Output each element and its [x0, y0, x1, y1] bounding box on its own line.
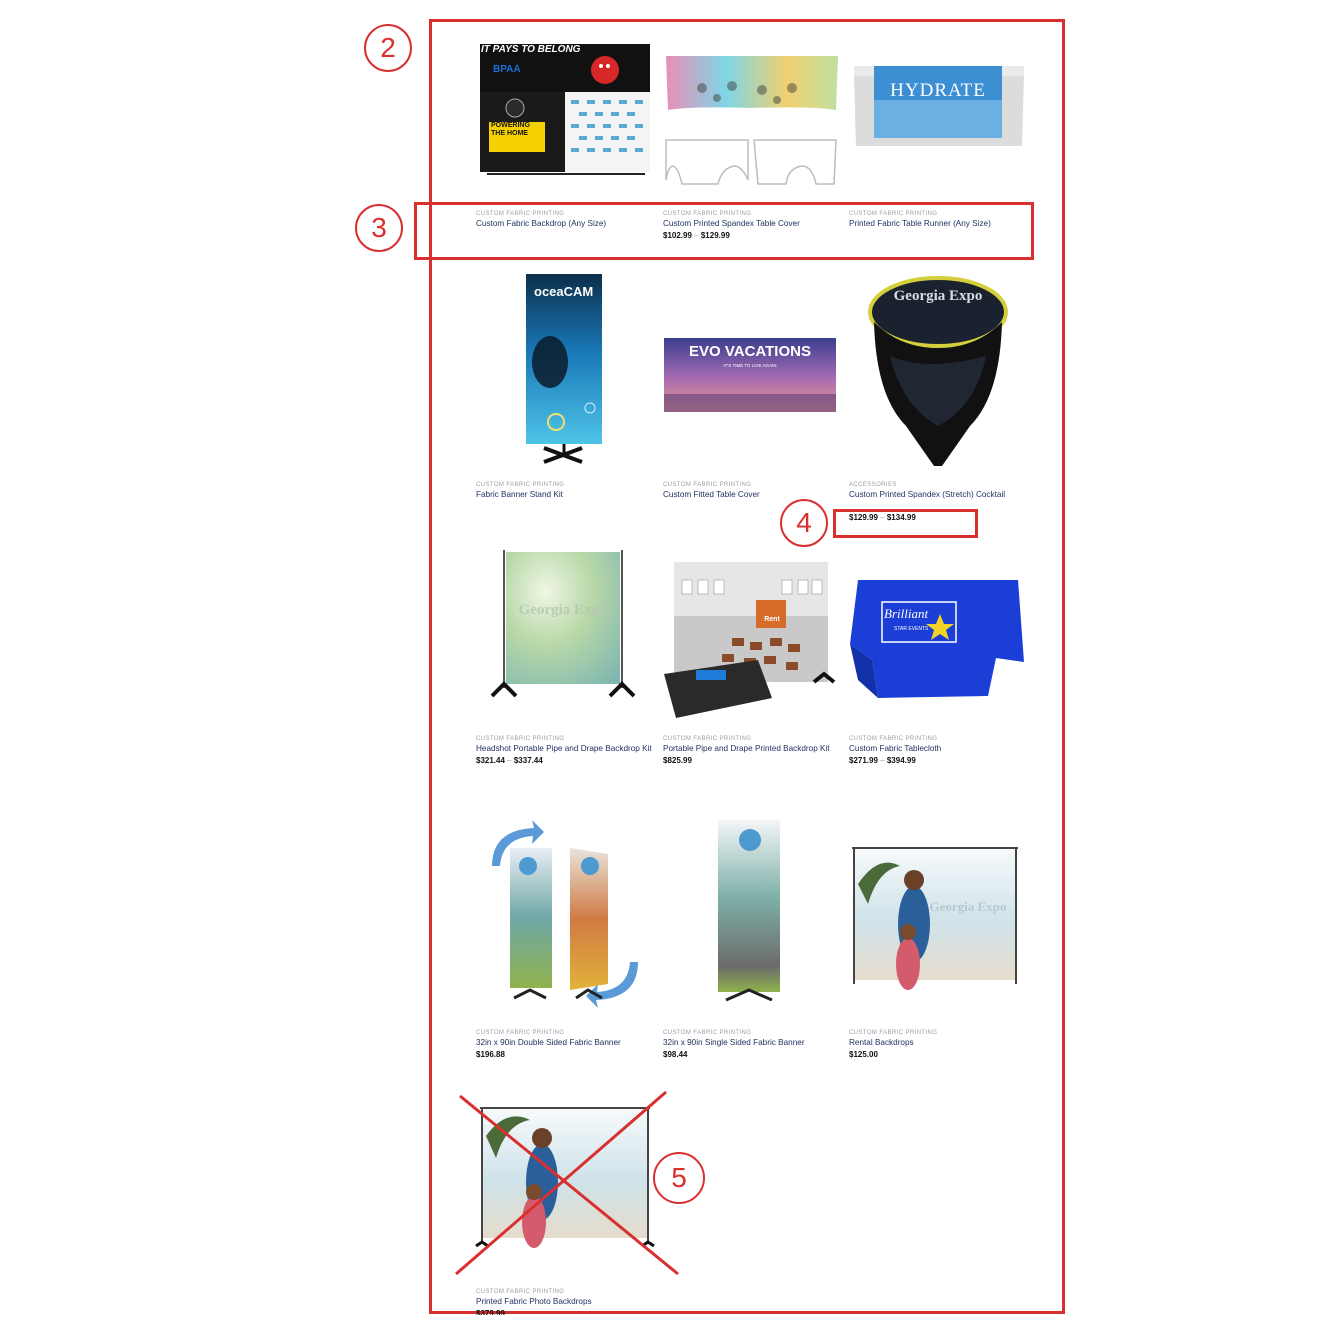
product-image-spandex-table-cover[interactable]: [662, 48, 842, 193]
powering-text: POWERING THE HOME: [491, 122, 530, 137]
product-price: $271.99 – $394.99: [849, 756, 916, 765]
product-card-9: CUSTOM FABRIC PRINTING Custom Fabric Tab…: [849, 735, 1029, 766]
product-title[interactable]: Rental Backdrops: [849, 1038, 1029, 1048]
product-category[interactable]: CUSTOM FABRIC PRINTING: [663, 1029, 843, 1037]
product-title[interactable]: 32in x 90in Single Sided Fabric Banner: [663, 1038, 843, 1048]
product-title[interactable]: Custom Fabric Backdrop (Any Size): [476, 219, 656, 229]
product-image-fabric-banner-stand[interactable]: oceaCAM: [520, 272, 610, 467]
product-card-11: CUSTOM FABRIC PRINTING 32in x 90in Singl…: [663, 1029, 843, 1060]
product-title[interactable]: Printed Fabric Table Runner (Any Size): [849, 219, 1029, 229]
product-title[interactable]: 32in x 90in Double Sided Fabric Banner: [476, 1038, 656, 1048]
product-category[interactable]: CUSTOM FABRIC PRINTING: [849, 1029, 1029, 1037]
product-card-1: CUSTOM FABRIC PRINTING Custom Fabric Bac…: [476, 210, 656, 229]
product-category[interactable]: CUSTOM FABRIC PRINTING: [476, 735, 654, 743]
product-category[interactable]: CUSTOM FABRIC PRINTING: [476, 1288, 656, 1296]
product-price: $825.99: [663, 756, 692, 765]
annotation-badge-4: 4: [780, 499, 828, 547]
oceacam-text: oceaCAM: [534, 284, 594, 299]
product-price: $129.99 – $134.99: [849, 513, 916, 522]
evo-text: EVO VACATIONS: [689, 343, 811, 360]
product-card-10: CUSTOM FABRIC PRINTING 32in x 90in Doubl…: [476, 1029, 656, 1060]
product-price: $125.00: [849, 1050, 878, 1059]
product-card-8: CUSTOM FABRIC PRINTING Portable Pipe and…: [663, 735, 843, 766]
product-image-cocktail-table-cover[interactable]: Georgia Expo: [866, 276, 1016, 471]
product-price: $321.44 – $337.44: [476, 756, 543, 765]
product-category[interactable]: CUSTOM FABRIC PRINTING: [849, 735, 1029, 743]
georgia-watermark-text: Georgia Expo: [518, 602, 608, 618]
product-card-6: ACCESSORIES Custom Printed Spandex (Stre…: [849, 481, 1019, 523]
cross-out-icon: [455, 1090, 679, 1276]
product-title[interactable]: Custom Fabric Tablecloth: [849, 744, 1029, 754]
product-image-rental-backdrops[interactable]: Georgia Expo: [848, 814, 1026, 1014]
product-price: $102.99 – $129.99: [663, 231, 730, 240]
annotation-badge-5: 5: [653, 1152, 705, 1204]
georgia-expo-text: Georgia Expo: [893, 288, 983, 304]
product-category[interactable]: CUSTOM FABRIC PRINTING: [663, 735, 843, 743]
product-image-fabric-tablecloth[interactable]: Brilliant STAR EVENTS: [848, 576, 1026, 704]
product-price: $196.88: [476, 1050, 505, 1059]
annotation-badge-2: 2: [364, 24, 412, 72]
evo-subtext: IT'S TIME TO LIVE AGAIN: [723, 363, 777, 368]
product-title[interactable]: Custom Fitted Table Cover: [663, 490, 843, 500]
product-card-5: CUSTOM FABRIC PRINTING Custom Fitted Tab…: [663, 481, 843, 500]
brilliant-text: Brilliant: [884, 606, 929, 621]
product-image-table-runner[interactable]: HYDRATE: [850, 60, 1030, 160]
annotation-badge-3: 3: [355, 204, 403, 252]
product-category[interactable]: CUSTOM FABRIC PRINTING: [663, 481, 843, 489]
product-category[interactable]: CUSTOM FABRIC PRINTING: [663, 210, 843, 218]
product-category[interactable]: ACCESSORIES: [849, 481, 1019, 489]
product-card-4: CUSTOM FABRIC PRINTING Fabric Banner Sta…: [476, 481, 656, 500]
product-category[interactable]: CUSTOM FABRIC PRINTING: [476, 210, 656, 218]
product-title[interactable]: Printed Fabric Photo Backdrops: [476, 1297, 656, 1307]
product-title[interactable]: Custom Printed Spandex Table Cover: [663, 219, 843, 229]
product-image-single-sided-banner[interactable]: [712, 818, 786, 1004]
product-image-fabric-backdrop[interactable]: IT PAYS TO BELONG BPAA POWERING THE HOME: [475, 42, 655, 182]
bpaa-tagline: IT PAYS TO BELONG: [481, 44, 581, 55]
product-image-headshot-backdrop[interactable]: Georgia Expo: [488, 548, 638, 704]
product-card-12: CUSTOM FABRIC PRINTING Rental Backdrops …: [849, 1029, 1029, 1060]
product-image-pipe-drape-backdrop[interactable]: Rent: [662, 558, 842, 728]
product-card-7: CUSTOM FABRIC PRINTING Headshot Portable…: [476, 735, 654, 766]
product-card-13: CUSTOM FABRIC PRINTING Printed Fabric Ph…: [476, 1288, 656, 1315]
product-price: $379.99: [476, 1309, 505, 1315]
product-category[interactable]: CUSTOM FABRIC PRINTING: [849, 210, 1029, 218]
product-price: $98.44: [663, 1050, 688, 1059]
product-card-3: CUSTOM FABRIC PRINTING Printed Fabric Ta…: [849, 210, 1029, 229]
bpaa-logo: BPAA: [493, 64, 521, 75]
product-image-fitted-table-cover[interactable]: EVO VACATIONS IT'S TIME TO LIVE AGAIN: [662, 336, 838, 416]
product-category[interactable]: CUSTOM FABRIC PRINTING: [476, 1029, 656, 1037]
product-title[interactable]: Fabric Banner Stand Kit: [476, 490, 656, 500]
product-image-double-sided-banner[interactable]: [484, 814, 646, 1014]
brilliant-subtext: STAR EVENTS: [894, 626, 929, 632]
product-category[interactable]: CUSTOM FABRIC PRINTING: [476, 481, 656, 489]
hydrate-text: HYDRATE: [890, 80, 986, 101]
product-title[interactable]: Headshot Portable Pipe and Drape Backdro…: [476, 744, 654, 754]
product-title[interactable]: Portable Pipe and Drape Printed Backdrop…: [663, 744, 843, 754]
product-card-2: CUSTOM FABRIC PRINTING Custom Printed Sp…: [663, 210, 843, 241]
georgia-watermark-text-2: Georgia Expo: [929, 899, 1007, 914]
rent-text: Rent: [764, 616, 780, 623]
product-title[interactable]: Custom Printed Spandex (Stretch) Cocktai…: [849, 490, 1019, 501]
